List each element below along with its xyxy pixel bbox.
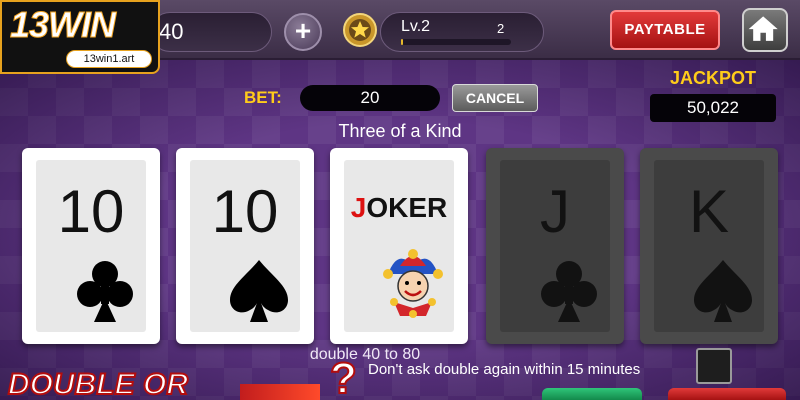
card-rank: 10 xyxy=(211,178,279,245)
home-icon xyxy=(748,16,778,41)
card-face: 10 xyxy=(190,160,300,332)
paytable-button[interactable]: PAYTABLE xyxy=(610,10,720,50)
card-3-joker[interactable]: JOKER xyxy=(330,148,468,344)
home-button[interactable] xyxy=(742,8,788,52)
card-face: J xyxy=(500,160,610,332)
spade-icon xyxy=(230,260,288,322)
level-count: 2 xyxy=(497,21,505,36)
cancel-button[interactable]: CANCEL xyxy=(452,84,538,112)
double-decline-button[interactable] xyxy=(668,388,786,400)
card-rank: J xyxy=(540,178,570,245)
card-face: 10 xyxy=(36,160,146,332)
dont-ask-checkbox[interactable] xyxy=(696,348,732,384)
brand-logo: 13WIN 13win1.art xyxy=(0,0,160,74)
spade-icon xyxy=(694,260,752,322)
coin-balance: 40 xyxy=(150,12,272,52)
bet-amount: 20 xyxy=(300,85,440,111)
double-or-banner: DOUBLE OR xyxy=(7,367,189,400)
jackpot-amount: 50,022 xyxy=(650,94,776,122)
level-label: Lv.2 xyxy=(401,18,431,35)
bet-label: BET: xyxy=(244,88,282,107)
card-1[interactable]: 10 xyxy=(22,148,160,344)
jester-icon xyxy=(383,249,443,318)
double-accept-button[interactable] xyxy=(542,388,642,400)
card-4[interactable]: J xyxy=(486,148,624,344)
card-face: JOKER xyxy=(344,160,454,332)
jackpot-title: JACKPOT xyxy=(669,68,756,88)
level-progress-bar xyxy=(401,39,511,45)
brand-logo-text: 13WIN xyxy=(9,4,116,46)
banner-question-mark: ? xyxy=(329,354,358,400)
plus-icon: + xyxy=(294,15,312,46)
add-coins-button[interactable]: + xyxy=(284,13,322,51)
brand-url: 13win1.art xyxy=(66,50,152,68)
hand-result: Three of a Kind xyxy=(338,121,462,141)
dont-ask-label: Don't ask double again within 15 minutes xyxy=(368,361,641,378)
star-badge-icon xyxy=(343,13,377,47)
card-2[interactable]: 10 xyxy=(176,148,314,344)
club-icon xyxy=(541,261,597,322)
card-rank: K xyxy=(688,178,730,245)
level-progress-fill xyxy=(401,39,404,45)
card-5[interactable]: K xyxy=(640,148,778,344)
card-rank: 10 xyxy=(57,178,125,245)
club-icon xyxy=(77,261,133,322)
joker-label: JOKER xyxy=(350,192,448,223)
level-panel: Lv.2 2 xyxy=(380,12,544,52)
banner-strip xyxy=(240,384,320,400)
card-face: K xyxy=(654,160,764,332)
